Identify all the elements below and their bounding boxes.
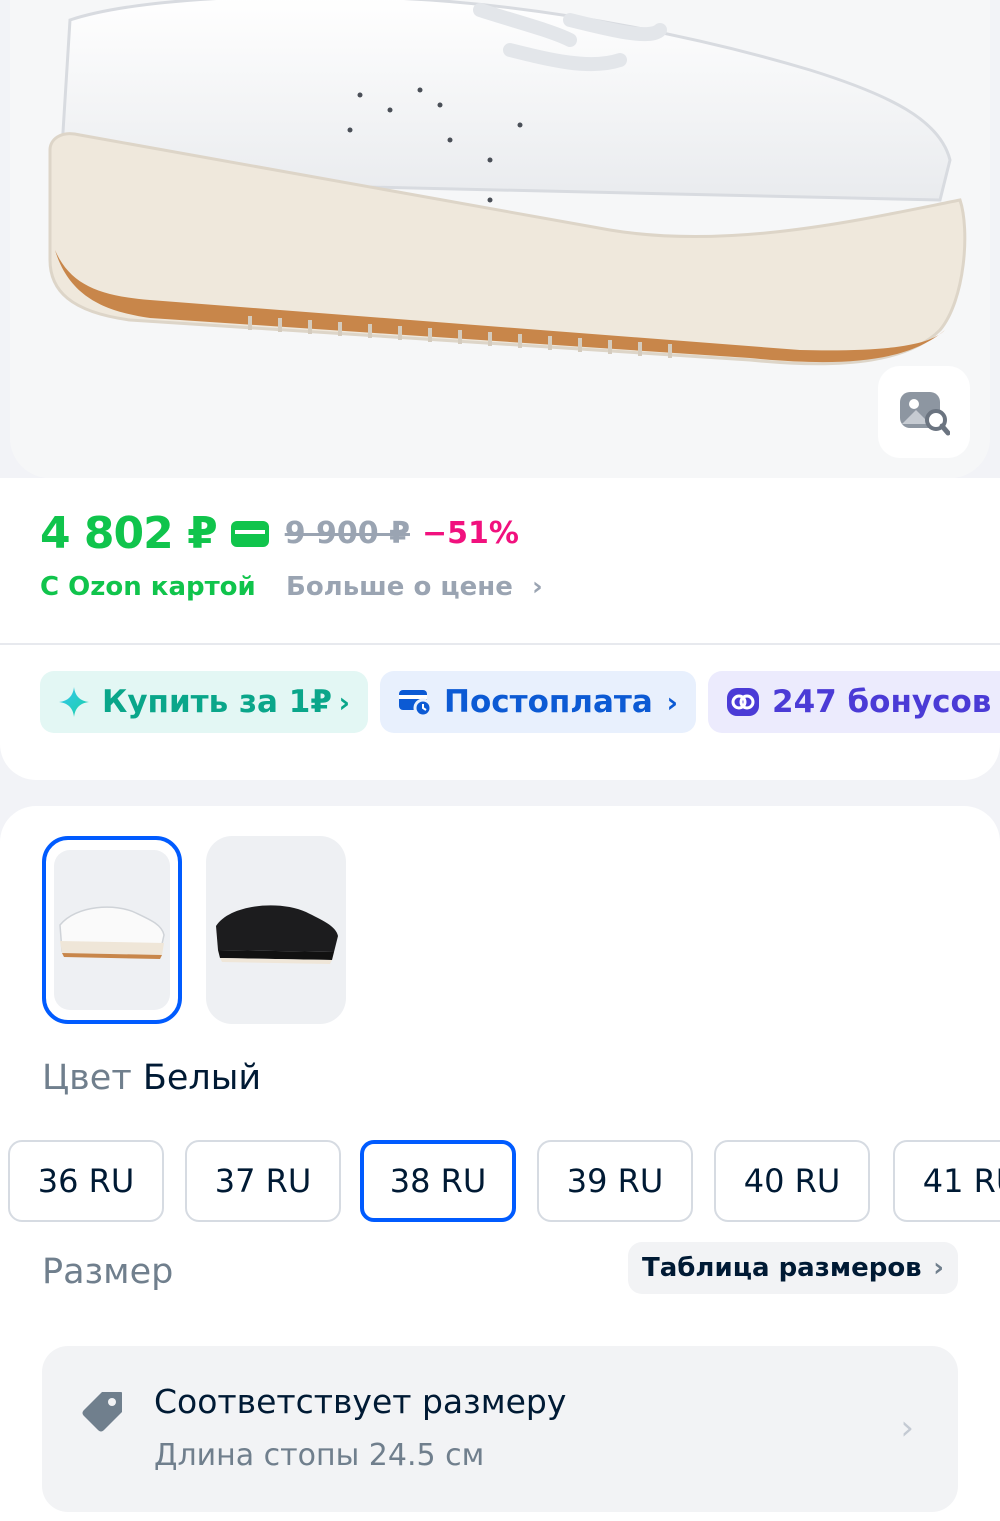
color-variant-black[interactable] xyxy=(206,836,346,1024)
color-label: Цвет xyxy=(42,1058,132,1098)
discount-percent: −51% xyxy=(421,516,519,551)
divider xyxy=(0,643,1000,645)
size-selector: 36 RU 37 RU 38 RU 39 RU 40 RU 41 RU xyxy=(8,1140,1000,1222)
current-price: 4 802 ₽ xyxy=(40,508,218,559)
size-option[interactable]: 40 RU xyxy=(714,1140,870,1222)
white-sneaker-image xyxy=(59,906,165,959)
more-about-price-link[interactable]: Больше о цене › xyxy=(286,572,543,602)
thumb-image xyxy=(54,850,170,1010)
color-label-row: Цвет Белый xyxy=(42,1058,261,1098)
chevron-right-icon: › xyxy=(338,685,350,719)
size-option[interactable]: 37 RU xyxy=(185,1140,341,1222)
old-price: 9 900 ₽ xyxy=(284,516,410,551)
chip-label: Купить за 1₽ xyxy=(102,684,332,720)
price-row: 4 802 ₽ 9 900 ₽ −51% xyxy=(40,508,519,559)
bonus-chip[interactable]: 247 бонусов › xyxy=(708,671,1000,733)
size-option-selected[interactable]: 38 RU xyxy=(360,1140,516,1222)
size-table-button[interactable]: Таблица размеров › xyxy=(628,1242,958,1294)
chevron-right-icon: › xyxy=(933,1253,944,1283)
product-image[interactable] xyxy=(10,0,990,478)
postpay-chip[interactable]: Постоплата › xyxy=(380,671,696,733)
buy-for-1-ruble-chip[interactable]: Купить за 1₽ › xyxy=(40,671,368,733)
size-option[interactable]: 39 RU xyxy=(537,1140,693,1222)
more-about-price-label: Больше о цене xyxy=(286,572,513,602)
size-fit-card[interactable]: Соответствует размеру Длина стопы 24.5 с… xyxy=(42,1346,958,1512)
black-sneaker-image xyxy=(216,905,338,964)
chevron-right-icon: › xyxy=(900,1408,914,1448)
chip-label: Постоплата xyxy=(444,684,653,720)
bonus-icon xyxy=(726,687,760,717)
size-label: Размер xyxy=(42,1252,174,1292)
price-card: 4 802 ₽ 9 900 ₽ −51% С Ozon картой Больш… xyxy=(0,478,1000,780)
chevron-right-icon: › xyxy=(531,572,543,602)
tag-icon xyxy=(80,1388,126,1438)
product-image-card[interactable] xyxy=(10,0,990,478)
ozon-card-label: С Ozon картой xyxy=(40,572,256,602)
image-search-icon xyxy=(900,392,950,436)
variant-card: Цвет Белый 36 RU 37 RU 38 RU 39 RU 40 RU… xyxy=(0,806,1000,1521)
sparkle-icon xyxy=(58,686,90,718)
foot-length: Длина стопы 24.5 см xyxy=(154,1438,485,1473)
chevron-right-icon: › xyxy=(666,685,678,719)
color-value: Белый xyxy=(142,1058,262,1098)
size-fit-title: Соответствует размеру xyxy=(154,1382,567,1421)
image-search-button[interactable] xyxy=(878,366,970,458)
size-table-label: Таблица размеров xyxy=(642,1253,922,1283)
size-option[interactable]: 36 RU xyxy=(8,1140,164,1222)
size-option[interactable]: 41 RU xyxy=(893,1140,1000,1222)
color-variant-white[interactable] xyxy=(42,836,182,1024)
ozon-card-icon xyxy=(230,520,269,547)
postpay-card-icon xyxy=(398,687,432,717)
chip-label: 247 бонусов xyxy=(772,684,992,720)
